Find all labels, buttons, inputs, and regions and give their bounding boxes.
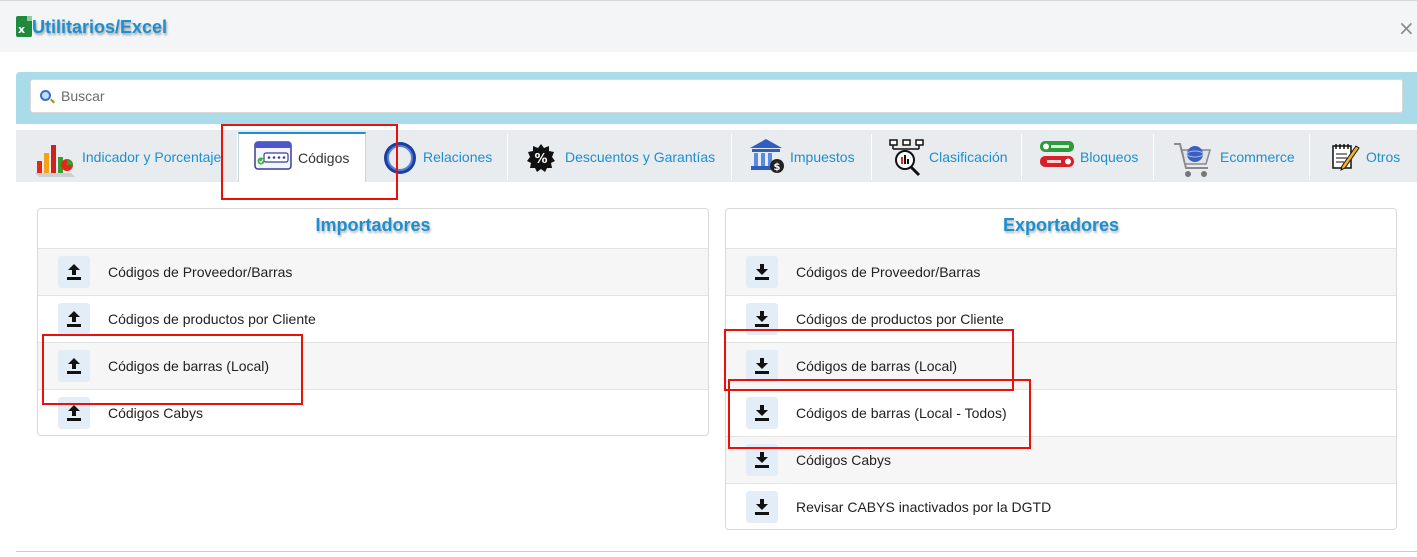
download-icon[interactable]	[746, 350, 778, 382]
close-icon[interactable]: ×	[1398, 18, 1415, 38]
window-title: Utilitarios/Excel	[32, 17, 168, 37]
pencil-notebook-icon	[1332, 144, 1360, 171]
bar-chart-icon	[35, 145, 75, 177]
tab-label: Descuentos y Garantías	[565, 149, 716, 165]
exporter-item[interactable]: Códigos de productos por Cliente	[726, 295, 1396, 342]
item-label: Códigos de barras (Local)	[108, 358, 270, 374]
tab-label: Indicador y Porcentaje	[82, 149, 222, 165]
exporter-item[interactable]: Códigos de barras (Local - Todos)	[726, 389, 1396, 436]
upload-icon[interactable]	[58, 303, 90, 335]
importer-item[interactable]: Códigos de productos por Cliente	[38, 295, 708, 342]
hierarchy-magnifier-icon	[889, 139, 924, 177]
importer-item[interactable]: Códigos Cabys	[38, 389, 708, 436]
item-label: Códigos de Proveedor/Barras	[108, 264, 293, 280]
footer-divider	[16, 551, 1417, 552]
upload-icon[interactable]	[58, 256, 90, 288]
item-label: Códigos de productos por Cliente	[108, 311, 316, 327]
tab-clasificacion[interactable]: Clasificación	[874, 134, 1022, 180]
svg-text:%: %	[534, 152, 547, 167]
search-box[interactable]	[30, 79, 1403, 113]
tab-impuestos[interactable]: $ Impuestos	[734, 134, 872, 180]
download-icon[interactable]	[746, 397, 778, 429]
search-band	[16, 72, 1417, 124]
tab-label: Códigos	[298, 150, 350, 166]
tab-ecommerce[interactable]: Ecommerce	[1156, 134, 1310, 180]
barcode-window-icon	[254, 141, 292, 170]
importer-item[interactable]: Códigos de barras (Local)	[38, 342, 708, 389]
download-icon[interactable]	[746, 303, 778, 335]
search-icon	[40, 90, 51, 101]
tab-descuentos-garantias[interactable]: % Descuentos y Garantías	[510, 134, 732, 180]
exporter-item[interactable]: Códigos Cabys	[726, 436, 1396, 483]
tab-bloqueos[interactable]: Bloqueos	[1024, 134, 1154, 180]
excel-icon: x	[16, 15, 33, 37]
exporter-item[interactable]: Códigos de Proveedor/Barras	[726, 248, 1396, 295]
download-icon[interactable]	[746, 256, 778, 288]
item-label: Códigos de productos por Cliente	[796, 311, 1004, 327]
tab-label: Relaciones	[423, 149, 493, 165]
panel-title: Exportadores	[1002, 215, 1120, 235]
tab-label: Ecommerce	[1220, 149, 1295, 165]
download-icon[interactable]	[746, 444, 778, 476]
tab-indicador-porcentaje[interactable]: Indicador y Porcentaje	[16, 134, 238, 180]
tab-label: Clasificación	[929, 149, 1008, 165]
item-label: Revisar CABYS inactivados por la DGTD	[796, 499, 1052, 515]
tab-otros[interactable]: Otros	[1312, 134, 1417, 180]
upload-icon[interactable]	[58, 350, 90, 382]
relations-icon	[384, 142, 416, 174]
importer-item[interactable]: Códigos de Proveedor/Barras	[38, 248, 708, 295]
item-label: Códigos de barras (Local)	[796, 358, 958, 374]
shopping-cart-icon	[1174, 143, 1211, 177]
tab-codigos[interactable]: Códigos	[238, 132, 366, 182]
upload-icon[interactable]	[58, 397, 90, 429]
exporter-item[interactable]: Códigos de barras (Local)	[726, 342, 1396, 389]
item-label: Códigos de Proveedor/Barras	[796, 264, 981, 280]
item-label: Códigos de barras (Local - Todos)	[796, 405, 1007, 421]
tab-relaciones[interactable]: Relaciones	[368, 134, 508, 180]
exporter-item[interactable]: Revisar CABYS inactivados por la DGTD	[726, 483, 1396, 530]
importers-panel: Importadores Códigos de Proveedor/Barras…	[37, 208, 709, 436]
svg-text:$: $	[774, 162, 781, 173]
bank-tax-icon: $	[750, 139, 784, 173]
item-label: Códigos Cabys	[796, 452, 891, 468]
tab-bar: Indicador y Porcentaje Códigos Relacione…	[16, 130, 1417, 182]
tab-label: Bloqueos	[1080, 149, 1139, 165]
exporters-panel: Exportadores Códigos de Proveedor/Barras…	[725, 208, 1397, 530]
window-header: x Utilitarios/Excel ×	[0, 0, 1417, 52]
percent-badge-icon: %	[527, 144, 555, 172]
tab-label: Impuestos	[790, 149, 855, 165]
panel-title: Importadores	[315, 215, 431, 235]
tab-label: Otros	[1366, 149, 1401, 165]
item-label: Códigos Cabys	[108, 405, 203, 421]
lock-unlock-icon	[1040, 141, 1074, 167]
download-icon[interactable]	[746, 491, 778, 523]
search-input[interactable]	[61, 80, 1391, 112]
